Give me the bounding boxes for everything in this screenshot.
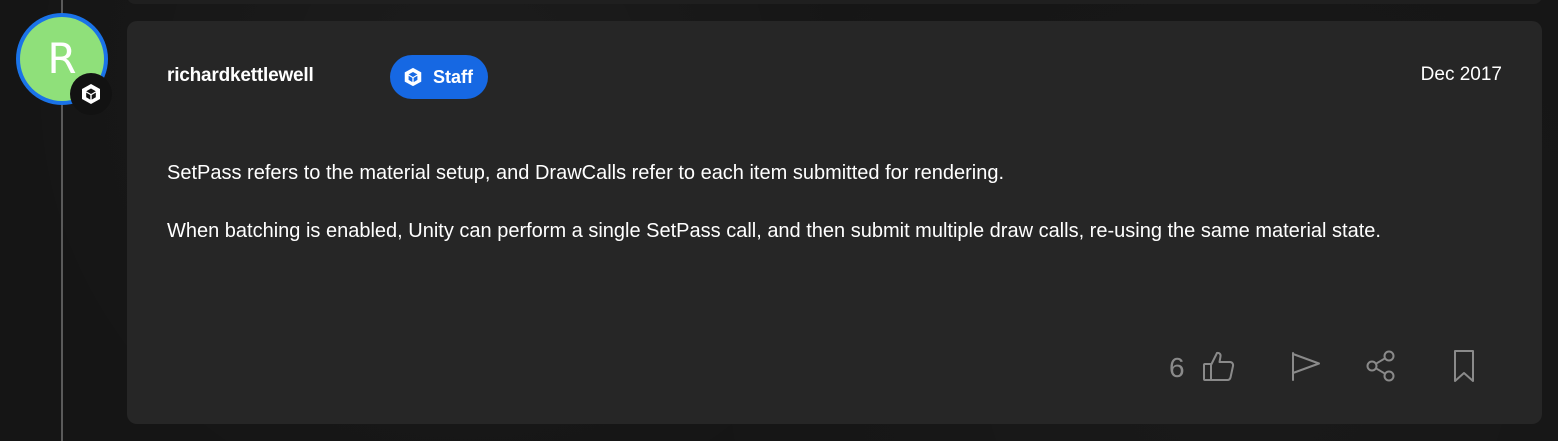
post-paragraph: SetPass refers to the material setup, an… <box>167 162 1005 184</box>
share-icon <box>1364 349 1398 388</box>
bookmark-icon <box>1449 348 1479 389</box>
unity-logo-icon <box>70 73 112 115</box>
flag-button[interactable] <box>1285 348 1325 388</box>
previous-post-card-edge <box>127 0 1542 4</box>
unity-logo-icon <box>402 66 424 88</box>
flag-icon <box>1288 349 1322 388</box>
post-date[interactable]: Dec 2017 <box>1421 64 1502 86</box>
timeline-line <box>61 105 63 441</box>
bookmark-button[interactable] <box>1444 348 1484 388</box>
post-body: SetPass refers to the material setup, an… <box>167 157 1507 248</box>
share-button[interactable] <box>1361 348 1401 388</box>
like-count[interactable]: 6 <box>1169 350 1185 386</box>
post-actions: 6 <box>127 346 1542 390</box>
staff-badge-label: Staff <box>433 66 473 87</box>
topic-thread: R richardkettlewell Staff Dec 2017 SetPa… <box>0 0 1558 441</box>
staff-badge[interactable]: Staff <box>390 55 488 99</box>
timeline-line <box>61 0 63 14</box>
thumbs-up-icon <box>1201 348 1237 389</box>
like-button[interactable] <box>1199 348 1239 388</box>
post-paragraph: When batching is enabled, Unity can perf… <box>167 220 1381 242</box>
post-card: richardkettlewell Staff Dec 2017 SetPass… <box>127 21 1542 424</box>
post-author-username[interactable]: richardkettlewell <box>167 65 314 87</box>
